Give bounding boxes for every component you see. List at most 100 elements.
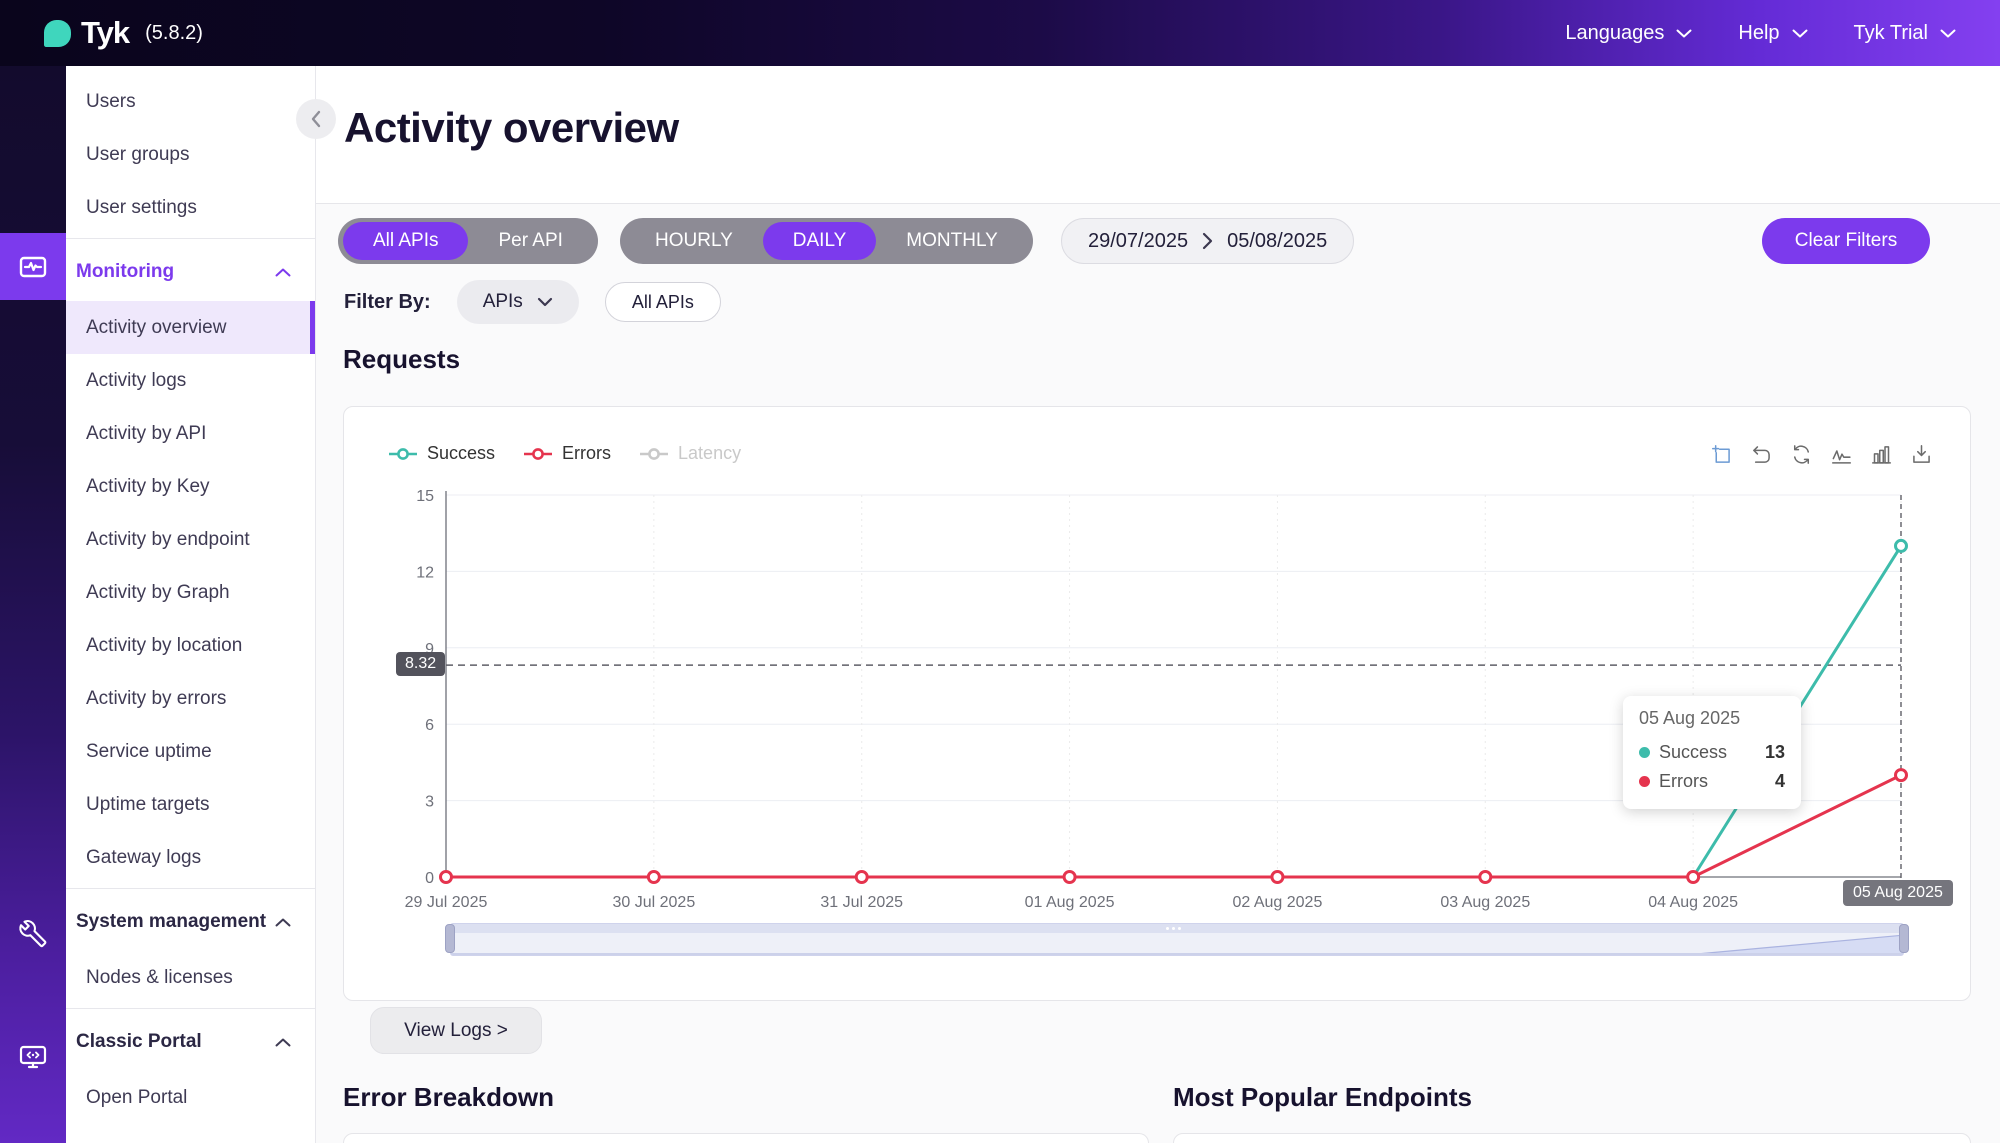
topnav-help[interactable]: Help: [1738, 22, 1807, 45]
sidebar-item-activity-by-key[interactable]: Activity by Key: [66, 460, 315, 513]
legend-marker-icon: [639, 448, 669, 460]
datazoom-right-handle[interactable]: [1899, 924, 1909, 953]
sidebar-section-system-management[interactable]: System management: [66, 893, 315, 951]
filter-value-chip[interactable]: All APIs: [605, 282, 721, 322]
svg-text:04 Aug 2025: 04 Aug 2025: [1648, 894, 1738, 911]
chevron-down-icon: [537, 297, 553, 307]
datazoom-mini-chart: [451, 933, 1904, 955]
topnav-tyk-trial[interactable]: Tyk Trial: [1854, 22, 1956, 45]
legend-success[interactable]: Success: [388, 443, 495, 464]
sidebar-item-gateway-logs[interactable]: Gateway logs: [66, 831, 315, 884]
sidebar-section-label: System management: [76, 911, 266, 933]
tooltip-series-name: Errors: [1659, 771, 1708, 792]
chart-tooltip: 05 Aug 2025 Success13Errors4: [1623, 696, 1801, 809]
toggle-daily[interactable]: DAILY: [763, 222, 877, 260]
average-marker-label: 8.32: [396, 652, 445, 676]
legend-label: Latency: [678, 443, 741, 464]
filter-type-value: APIs: [483, 291, 523, 313]
granularity-toggle: HOURLYDAILYMONTHLY: [620, 218, 1033, 264]
sidebar-item-uptime-targets[interactable]: Uptime targets: [66, 778, 315, 831]
rail-portal-icon[interactable]: [0, 1023, 66, 1090]
sidebar-item-activity-by-graph[interactable]: Activity by Graph: [66, 566, 315, 619]
sidebar-item-activity-by-errors[interactable]: Activity by errors: [66, 672, 315, 725]
zoom-select-icon[interactable]: [1710, 443, 1732, 465]
chevron-up-icon: [275, 1038, 291, 1047]
sidebar-item-activity-logs[interactable]: Activity logs: [66, 354, 315, 407]
svg-text:02 Aug 2025: 02 Aug 2025: [1232, 894, 1322, 911]
datazoom-left-handle[interactable]: [445, 924, 455, 953]
sidebar-item-service-uptime[interactable]: Service uptime: [66, 725, 315, 778]
topnav-label: Tyk Trial: [1854, 22, 1928, 45]
filter-row: All APIsPer API HOURLYDAILYMONTHLY 29/07…: [316, 218, 2000, 264]
axis-pointer-label: 05 Aug 2025: [1843, 880, 1953, 906]
filter-by-row: Filter By: APIs All APIs: [344, 280, 721, 324]
sidebar-item-activity-by-api[interactable]: Activity by API: [66, 407, 315, 460]
tooltip-series-value: 13: [1765, 742, 1785, 763]
filter-type-dropdown[interactable]: APIs: [457, 280, 579, 324]
datazoom-grip-icon: [1166, 927, 1188, 930]
tooltip-title: 05 Aug 2025: [1639, 708, 1785, 729]
error-breakdown-card: [343, 1133, 1149, 1143]
view-logs-button[interactable]: View Logs >: [370, 1007, 542, 1054]
series-dot-icon: [1639, 776, 1650, 787]
sidebar-item-activity-overview[interactable]: Activity overview: [66, 301, 315, 354]
topnav-label: Help: [1738, 22, 1779, 45]
date-range-picker[interactable]: 29/07/2025 05/08/2025: [1061, 218, 1354, 264]
sidebar-item-user-settings[interactable]: User settings: [66, 181, 315, 234]
icon-rail: [0, 66, 66, 1143]
line-chart-icon[interactable]: [1830, 443, 1852, 465]
chevron-right-icon: [1202, 232, 1213, 250]
sidebar-divider: [66, 888, 315, 889]
sidebar: UsersUser groupsUser settings Monitoring A…: [66, 66, 316, 1143]
zoom-reset-icon[interactable]: [1750, 443, 1772, 465]
chart-toolbox: [1710, 443, 1932, 465]
datazoom-movebar[interactable]: [451, 924, 1903, 933]
svg-text:3: 3: [425, 794, 434, 811]
popular-endpoints-title: Most Popular Endpoints: [1173, 1082, 1472, 1113]
legend-errors[interactable]: Errors: [523, 443, 611, 464]
clear-filters-button[interactable]: Clear Filters: [1762, 218, 1930, 264]
sidebar-collapse-button[interactable]: [296, 99, 336, 139]
chevron-down-icon: [1676, 29, 1692, 38]
restore-icon[interactable]: [1790, 443, 1812, 465]
sidebar-item-user-groups[interactable]: User groups: [66, 128, 315, 181]
sidebar-item-activity-by-endpoint[interactable]: Activity by endpoint: [66, 513, 315, 566]
rail-system-wrench-icon[interactable]: [0, 900, 66, 967]
sidebar-item-open-portal[interactable]: Open Portal: [66, 1071, 315, 1124]
tyk-logo-icon: [44, 20, 71, 47]
sidebar-divider: [66, 238, 315, 239]
datazoom-slider[interactable]: [450, 923, 1904, 956]
date-to: 05/08/2025: [1227, 230, 1327, 253]
svg-text:12: 12: [416, 564, 434, 581]
date-from: 29/07/2025: [1088, 230, 1188, 253]
toggle-all-apis[interactable]: All APIs: [343, 222, 468, 260]
sidebar-section-monitoring[interactable]: Monitoring: [66, 243, 315, 301]
sidebar-section-label: Monitoring: [76, 261, 174, 283]
bar-chart-icon[interactable]: [1870, 443, 1892, 465]
popular-endpoints-card: [1173, 1133, 1971, 1143]
toggle-hourly[interactable]: HOURLY: [625, 222, 763, 260]
sidebar-section-classic-portal[interactable]: Classic Portal: [66, 1013, 315, 1071]
topnav: Languages Help Tyk Trial: [1565, 22, 1956, 45]
svg-text:29 Jul 2025: 29 Jul 2025: [405, 894, 488, 911]
series-dot-icon: [1639, 747, 1650, 758]
requests-title: Requests: [343, 344, 460, 375]
topnav-languages[interactable]: Languages: [1565, 22, 1692, 45]
sidebar-item-activity-by-location[interactable]: Activity by location: [66, 619, 315, 672]
svg-text:15: 15: [416, 488, 434, 505]
api-scope-toggle: All APIsPer API: [338, 218, 598, 264]
chevron-left-icon: [310, 110, 322, 128]
sidebar-item-nodes-licenses[interactable]: Nodes & licenses: [66, 951, 315, 1004]
legend-latency[interactable]: Latency: [639, 443, 741, 464]
sidebar-item-users[interactable]: Users: [66, 75, 315, 128]
filter-by-label: Filter By:: [344, 291, 431, 314]
download-icon[interactable]: [1910, 443, 1932, 465]
toggle-monthly[interactable]: MONTHLY: [876, 222, 1027, 260]
topbar: Tyk (5.8.2) LanguagesHelpTyk Trial: [0, 0, 2000, 66]
svg-text:01 Aug 2025: 01 Aug 2025: [1025, 894, 1115, 911]
requests-chart-card: 0369121529 Jul 202530 Jul 202531 Jul 202…: [343, 406, 1971, 1001]
error-breakdown-title: Error Breakdown: [343, 1082, 554, 1113]
rail-monitoring-icon[interactable]: [0, 233, 66, 300]
toggle-per-api[interactable]: Per API: [468, 222, 592, 260]
tooltip-series-value: 4: [1775, 771, 1785, 792]
